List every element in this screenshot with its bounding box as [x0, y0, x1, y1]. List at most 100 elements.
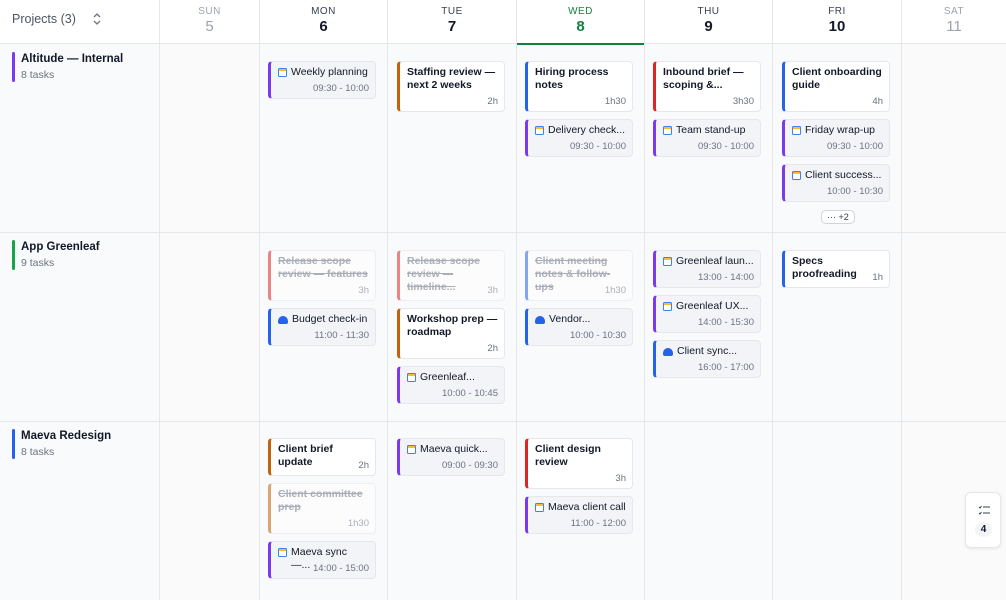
task-duration: 2h — [487, 343, 498, 354]
today-indicator — [517, 43, 644, 45]
event-title: Budget check-in — [292, 313, 368, 325]
event-card[interactable]: Maeva client call 11:00 - 12:00 — [525, 496, 633, 534]
task-card-completed[interactable]: Client committee prep 1h30 — [268, 483, 376, 534]
task-duration: 4h — [872, 96, 883, 107]
week-header: Projects (3) SUN 5 MON 6 TUE 7 WED 8 THU… — [0, 0, 1006, 45]
day-number: 7 — [447, 18, 457, 35]
task-duration: 3h30 — [732, 96, 754, 107]
day-header-tue[interactable]: TUE 7 — [387, 0, 516, 44]
project-maeva[interactable]: Maeva Redesign 8 tasks — [12, 429, 111, 459]
unscheduled-tasks-button[interactable]: 4 — [965, 492, 1001, 548]
calendar-icon — [663, 302, 672, 311]
event-card[interactable]: Team stand-up 09:30 - 10:00 — [653, 119, 761, 157]
event-card[interactable]: Client sync... 16:00 - 17:00 — [653, 340, 761, 378]
more-items-button[interactable]: ··· +2 — [821, 210, 855, 224]
event-title: Team stand-up — [676, 124, 746, 136]
event-card[interactable]: Budget check-in 11:00 - 11:30 — [268, 308, 376, 346]
day-header-fri[interactable]: FRI 10 — [772, 0, 901, 44]
day-name: FRI — [828, 6, 846, 17]
day-header-wed-today[interactable]: WED 8 — [516, 0, 644, 45]
event-title: Maeva quick... — [420, 443, 488, 455]
task-card[interactable]: Specs proofreading 1h — [782, 250, 890, 288]
calendar-icon — [792, 126, 801, 135]
unscheduled-count-badge: 4 — [975, 522, 992, 537]
event-title: Vendor... — [549, 313, 591, 325]
event-card[interactable]: Maeva sync —... 14:00 - 15:00 — [268, 541, 376, 579]
event-time: 11:00 - 11:30 — [314, 330, 369, 341]
more-count: +2 — [838, 212, 849, 222]
event-time: 10:00 - 10:45 — [442, 388, 498, 399]
task-title: Release scope review — features — [278, 255, 368, 280]
event-card[interactable]: Vendor... 10:00 - 10:30 — [525, 308, 633, 346]
event-card[interactable]: Weekly planning 09:30 - 10:00 — [268, 61, 376, 99]
day-header-sun[interactable]: SUN 5 — [159, 0, 259, 44]
event-time: 09:30 - 10:00 — [570, 141, 626, 152]
day-name: SAT — [943, 6, 965, 17]
project-task-count: 9 tasks — [21, 257, 55, 269]
event-card[interactable]: Maeva quick... 09:00 - 09:30 — [397, 438, 505, 476]
day-number: 8 — [576, 18, 585, 35]
event-title: Weekly planning — [291, 66, 368, 78]
task-title: Client design review — [535, 443, 601, 468]
task-card[interactable]: Client design review 3h — [525, 438, 633, 489]
event-time: 09:30 - 10:00 — [313, 83, 369, 94]
projects-dropdown[interactable]: Projects (3) — [12, 12, 102, 26]
task-title: Workshop prep — roadmap — [407, 313, 498, 338]
cloud-icon — [663, 348, 673, 356]
event-card[interactable]: Friday wrap-up 09:30 - 10:00 — [782, 119, 890, 157]
project-task-count: 8 tasks — [21, 446, 55, 458]
project-altitude[interactable]: Altitude — Internal 8 tasks — [12, 52, 123, 82]
task-card-completed[interactable]: Client meeting notes & follow-ups 1h30 — [525, 250, 633, 301]
task-card[interactable]: Hiring process notes 1h30 — [525, 61, 633, 112]
task-title: Specs proofreading — [792, 255, 857, 280]
event-title: Maeva client call — [548, 501, 626, 513]
task-title: Inbound brief — scoping &... — [663, 66, 744, 91]
ellipsis-icon: ··· — [827, 212, 836, 222]
task-title: Release scope review — timeline... — [407, 255, 480, 293]
task-duration: 1h30 — [347, 518, 369, 529]
day-name: TUE — [441, 6, 463, 17]
event-card[interactable]: Greenleaf... 10:00 - 10:45 — [397, 366, 505, 404]
task-duration: 3h — [487, 285, 498, 296]
day-name: SUN — [198, 6, 221, 17]
day-header-thu[interactable]: THU 9 — [644, 0, 772, 44]
event-time: 14:00 - 15:30 — [698, 317, 754, 328]
event-time: 10:00 - 10:30 — [827, 186, 883, 197]
event-time: 10:00 - 10:30 — [570, 330, 626, 341]
calendar-icon — [407, 445, 416, 454]
event-title: Greenleaf UX... — [676, 300, 749, 312]
event-time: 14:00 - 15:00 — [313, 563, 369, 574]
event-time: 16:00 - 17:00 — [698, 362, 754, 373]
project-name: Altitude — Internal — [21, 53, 124, 65]
task-duration: 1h — [872, 272, 883, 283]
task-card[interactable]: Workshop prep — roadmap 2h — [397, 308, 505, 359]
day-header-sat[interactable]: SAT 11 — [901, 0, 1006, 44]
event-title: Delivery check... — [548, 124, 626, 136]
task-card[interactable]: Inbound brief — scoping &... 3h30 — [653, 61, 761, 112]
task-card[interactable]: Staffing review — next 2 weeks 2h — [397, 61, 505, 112]
calendar-icon — [792, 171, 801, 180]
day-header-mon[interactable]: MON 6 — [259, 0, 387, 44]
event-time: 09:30 - 10:00 — [698, 141, 754, 152]
calendar-icon — [663, 126, 672, 135]
project-name: App Greenleaf — [21, 241, 100, 253]
project-label-column — [0, 44, 160, 600]
task-title: Staffing review — next 2 weeks — [407, 66, 496, 91]
row-divider — [0, 232, 1006, 233]
task-duration: 3h — [358, 285, 369, 296]
event-card[interactable]: Delivery check... 09:30 - 10:00 — [525, 119, 633, 157]
event-card[interactable]: Client success... 10:00 - 10:30 — [782, 164, 890, 202]
task-card[interactable]: Client brief update 2h — [268, 438, 376, 476]
task-duration: 1h30 — [604, 96, 626, 107]
task-card-completed[interactable]: Release scope review — features 3h — [268, 250, 376, 301]
task-title: Client committee prep — [278, 488, 363, 513]
event-card[interactable]: Greenleaf laun... 13:00 - 14:00 — [653, 250, 761, 288]
task-card-completed[interactable]: Release scope review — timeline... 3h — [397, 250, 505, 301]
task-duration: 2h — [487, 96, 498, 107]
event-card[interactable]: Greenleaf UX... 14:00 - 15:30 — [653, 295, 761, 333]
day-name: THU — [697, 6, 720, 17]
project-greenleaf[interactable]: App Greenleaf 9 tasks — [12, 240, 100, 270]
calendar-icon — [535, 503, 544, 512]
task-card[interactable]: Client onboarding guide 4h — [782, 61, 890, 112]
column-sun[interactable] — [159, 44, 259, 600]
